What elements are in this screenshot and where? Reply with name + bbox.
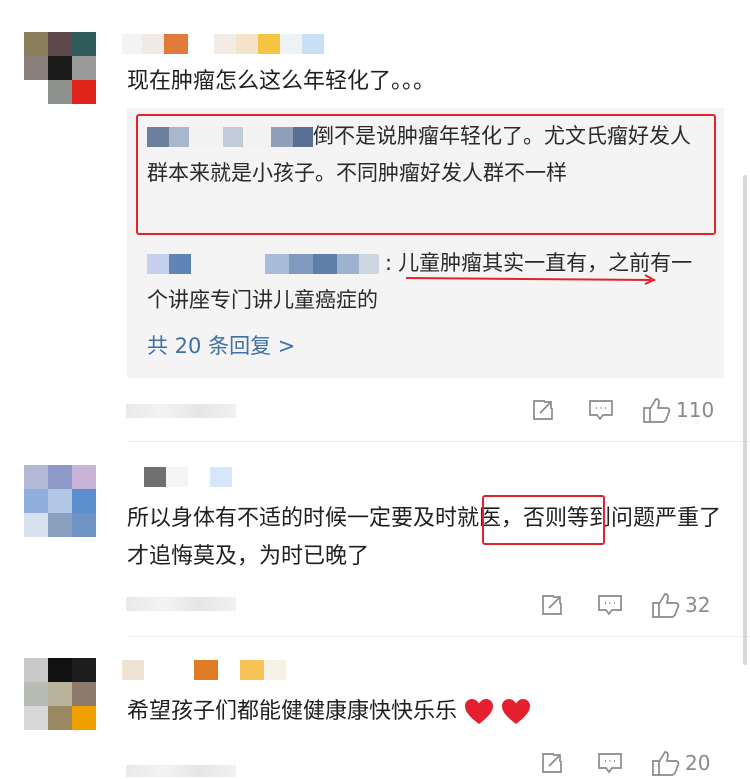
username-blurred[interactable] <box>144 467 232 487</box>
reply-separator: : <box>385 251 393 275</box>
comment-text: 现在肿瘤怎么这么年轻化了。。。 <box>127 69 436 94</box>
username-blurred[interactable] <box>122 34 324 54</box>
comment-actions: 20 <box>537 749 710 777</box>
reply-item[interactable]: 倒不是说肿瘤年轻化了。尤文氏瘤好发人群本来就是小孩子。不同肿瘤好发人群不一样 <box>147 118 707 192</box>
heart-emoji-icon <box>465 699 494 724</box>
share-button[interactable] <box>537 751 567 775</box>
like-count: 20 <box>685 751 711 775</box>
share-button[interactable] <box>537 593 567 617</box>
divider <box>127 636 750 637</box>
more-replies-link[interactable]: 共 20 条回复 > <box>147 330 295 360</box>
thumbs-up-icon <box>643 398 671 423</box>
divider <box>127 441 750 442</box>
comment-button[interactable] <box>586 398 616 422</box>
share-button[interactable] <box>528 398 558 422</box>
timestamp-blurred <box>126 404 236 418</box>
thumbs-up-icon <box>652 593 680 618</box>
comment-actions: 110 <box>528 396 714 424</box>
like-button[interactable]: 20 <box>651 749 710 777</box>
avatar[interactable] <box>24 465 96 537</box>
reply-username-blurred[interactable] <box>147 254 379 274</box>
comment-button[interactable] <box>595 751 625 775</box>
timestamp-blurred <box>126 597 236 611</box>
highlight-box <box>482 495 605 545</box>
like-count: 32 <box>685 593 711 617</box>
comment-icon <box>598 753 622 774</box>
share-icon <box>542 753 562 773</box>
share-icon <box>542 595 562 615</box>
like-button[interactable]: 110 <box>642 396 714 424</box>
comment-text: 希望孩子们都能健健康康快快乐乐 <box>127 693 531 731</box>
heart-emoji-icon <box>502 699 531 724</box>
like-count: 110 <box>676 398 715 422</box>
reply-username-blurred[interactable] <box>147 127 313 147</box>
timestamp-blurred <box>126 765 236 777</box>
like-button[interactable]: 32 <box>651 591 710 619</box>
scrollbar[interactable] <box>743 175 747 665</box>
username-blurred[interactable] <box>122 660 286 680</box>
comment-icon <box>598 595 622 616</box>
red-underline-arrow <box>405 274 657 285</box>
comment-text: 所以身体有不适的时候一定要及时就医，否则等到问题严重了才追悔莫及，为时已晚了 <box>127 506 722 569</box>
avatar[interactable] <box>24 32 96 104</box>
comment-icon <box>589 400 613 421</box>
avatar[interactable] <box>24 658 96 730</box>
comment-actions: 32 <box>537 591 710 619</box>
thumbs-up-icon <box>652 751 680 776</box>
comment-button[interactable] <box>595 593 625 617</box>
share-icon <box>533 400 553 420</box>
